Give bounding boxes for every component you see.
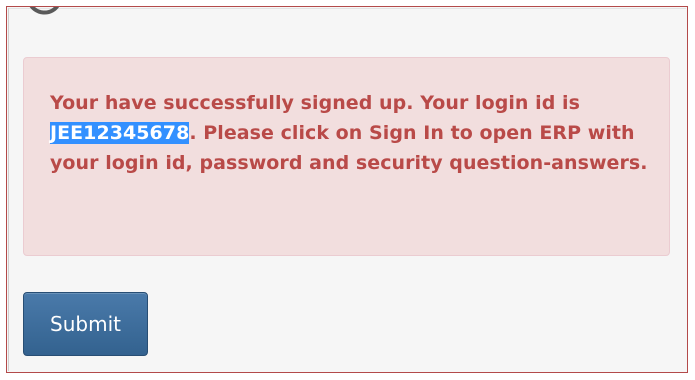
message-text-before: Your have successfully signed up. Your l… (50, 92, 580, 114)
form-panel: Your have successfully signed up. Your l… (6, 6, 688, 373)
logo-fragment-icon (29, 7, 59, 15)
success-alert: Your have successfully signed up. Your l… (23, 57, 670, 256)
submit-button[interactable]: Submit (23, 292, 148, 356)
login-id-text[interactable]: JEE12345678 (50, 122, 190, 144)
success-message: Your have successfully signed up. Your l… (50, 88, 650, 178)
